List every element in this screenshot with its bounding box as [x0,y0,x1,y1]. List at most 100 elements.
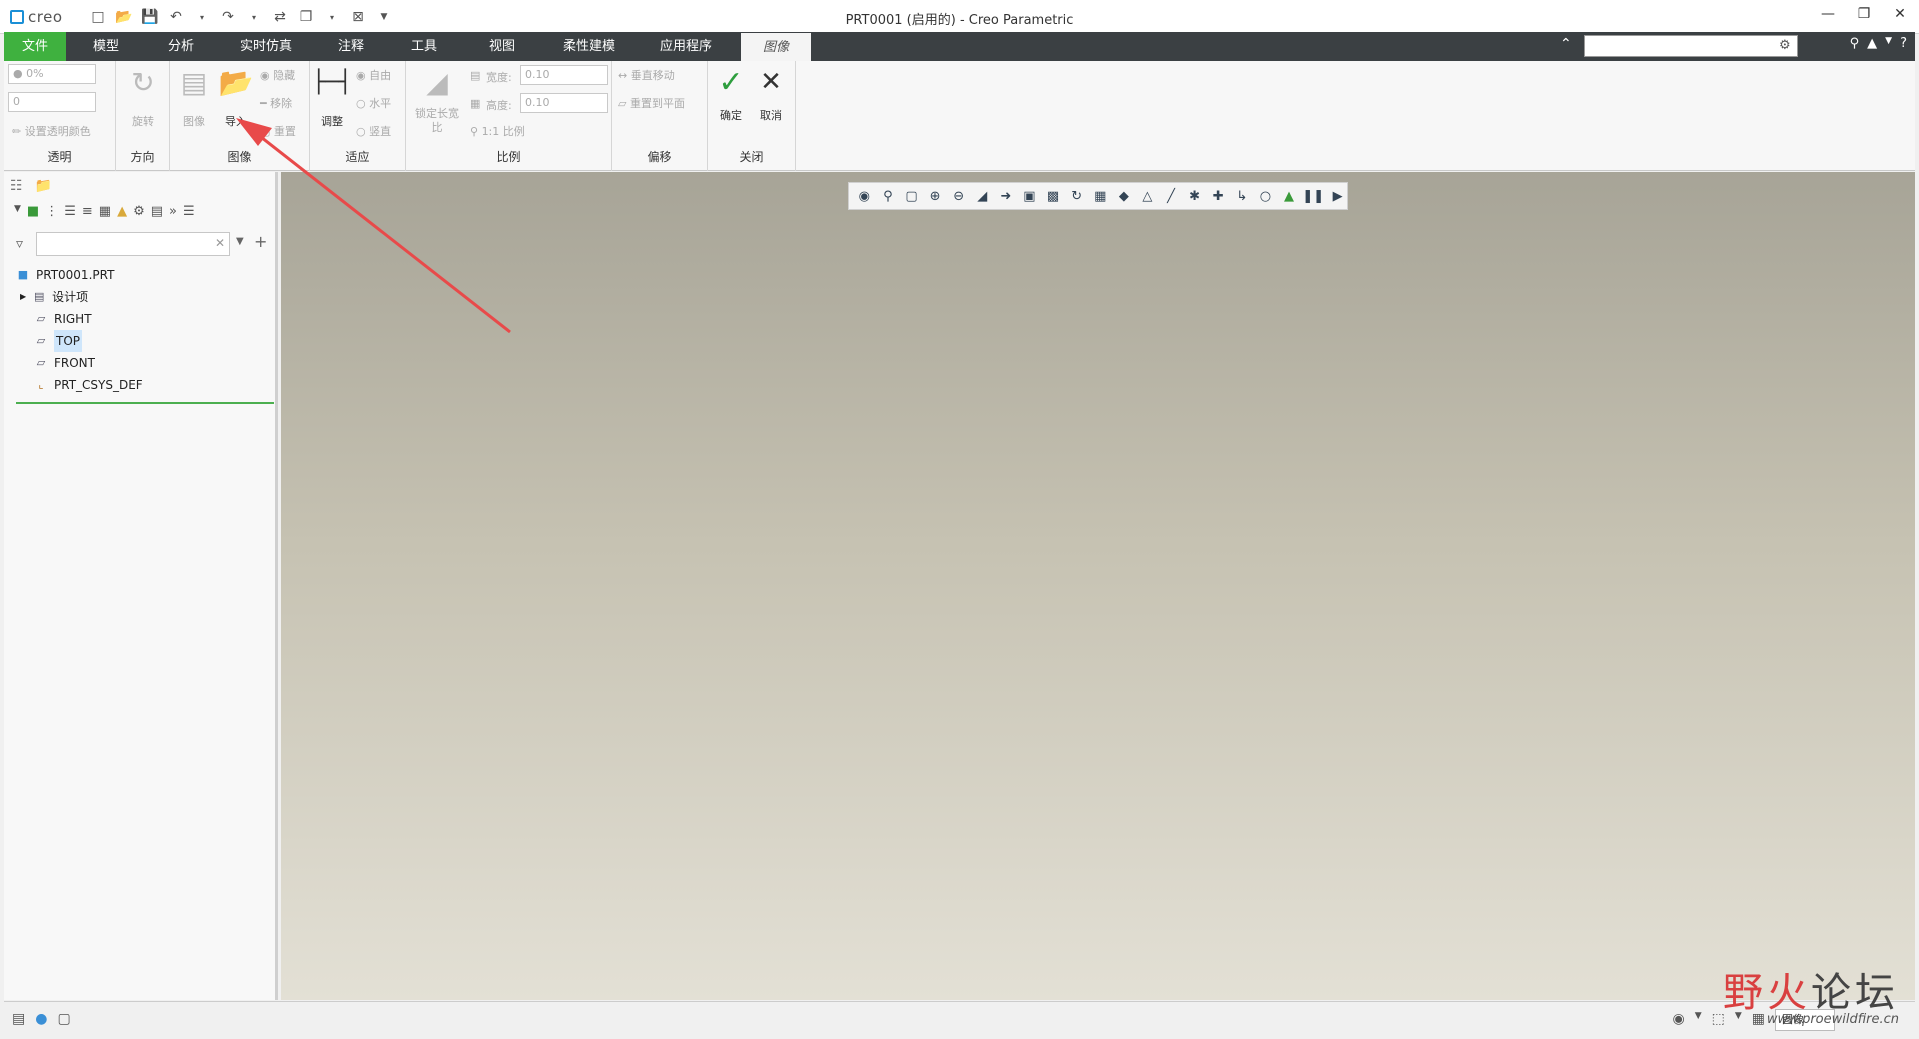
model-cube-icon[interactable]: ■ [27,204,39,219]
datum-plane-icon: ▱ [36,312,46,325]
tree-item-design-items[interactable]: ▶ ▤ 设计项 [16,286,272,308]
minimize-ribbon-icon[interactable]: ⌃ [1560,36,1572,52]
tree-item-top[interactable]: ▱ TOP [16,330,272,352]
folder-browser-tab-icon[interactable]: 📁 [35,178,52,194]
lock-aspect-button[interactable]: ◢ 锁定长宽比 [410,65,464,135]
toggle-navigator-icon[interactable]: ▤ [12,1011,25,1027]
search-input[interactable]: ⚙ [1584,35,1798,57]
set-transparency-color-button[interactable]: ✏ 设置透明颜色 [12,123,91,139]
tab-file[interactable]: 文件 [4,32,66,61]
simulation-display-icon[interactable]: ▲ [1280,186,1299,206]
one-to-one-scale-button[interactable]: ⚲ 1:1 比例 [470,123,525,139]
highlight-icon[interactable]: ▲ [117,204,127,219]
fit-horizontal-radio[interactable]: ○ 水平 [356,95,391,111]
graphics-window[interactable]: ◉ ⚲ ▢ ⊕ ⊖ ◢ ➜ ▣ ▩ ↻ ▦ ◆ △ ╱ ✱ ✚ ↳ ○ ▲ ❚❚… [281,172,1915,1000]
columns-icon[interactable]: ▦ [99,204,111,219]
help-icon[interactable]: ? [1900,36,1907,51]
zoom-out-icon[interactable]: ⊖ [949,186,968,206]
insert-here-indicator[interactable] [16,402,274,404]
import-button[interactable]: 📂 导入 [214,65,258,129]
remove-button[interactable]: ━ 移除 [260,95,292,111]
tab-analysis[interactable]: 分析 [146,32,216,61]
search-icon[interactable]: ⚲ [1850,36,1860,51]
notes-icon[interactable]: ☰ [183,204,195,219]
expand-tree-icon[interactable]: ☰ [64,204,76,219]
view-rotate-icon[interactable]: ↻ [1067,186,1086,206]
search-options-dropdown-icon[interactable]: ▼ [236,236,244,247]
maximize-icon[interactable]: ❐ [1853,6,1875,26]
tree-item-front[interactable]: ▱ FRONT [16,352,272,374]
refit-icon[interactable]: ⚲ [879,186,898,206]
add-filter-icon[interactable]: + [254,232,267,251]
tree-filter-dropdown-icon[interactable]: ▼ [14,204,21,219]
rotate-button[interactable]: ↻ 旋转 [122,65,164,129]
vertical-move-button[interactable]: ↔ 垂直移动 [618,67,675,83]
find-binoculars-icon[interactable]: ◉ [1672,1011,1684,1027]
cancel-button[interactable]: ✕ 取消 [752,65,790,123]
datum-display-icon[interactable]: ╱ [1162,186,1181,206]
tab-model[interactable]: 模型 [66,32,146,61]
reset-button[interactable]: ▢ 重置 [260,123,296,139]
eye-icon: ◉ [260,69,270,82]
expand-arrow-icon[interactable]: ▶ [20,286,26,308]
transparency-percent-stepper[interactable]: ● 0% [8,64,96,84]
remove-label: 移除 [270,97,293,110]
display-style-icon[interactable]: ▩ [1044,186,1063,206]
pause-icon[interactable]: ❚❚ [1302,186,1324,206]
part-icon: ■ [17,268,29,281]
csys-display-icon[interactable]: ↳ [1233,186,1252,206]
view-manager-icon[interactable]: ◉ [855,186,874,206]
tree-search-input[interactable]: ✕ [36,232,230,256]
saved-orientations-icon[interactable]: ▣ [1020,186,1039,206]
appearance-icon[interactable]: ◆ [1115,186,1134,206]
tab-tools[interactable]: 工具 [386,32,462,61]
ok-button[interactable]: ✓ 确定 [712,65,750,123]
perspective-icon[interactable]: △ [1138,186,1157,206]
zoom-in-icon[interactable]: ⊕ [926,186,945,206]
tab-simulate[interactable]: 实时仿真 [216,32,316,61]
tab-annotate[interactable]: 注释 [316,32,386,61]
fit-free-radio[interactable]: ◉ 自由 [356,67,391,83]
transparency-value-stepper[interactable]: 0 [8,92,96,112]
height-stepper[interactable]: 0.10 [520,93,608,113]
clear-search-icon[interactable]: ✕ [215,236,225,250]
adjust-button[interactable]: ├─┤ 调整 [312,65,352,129]
model-tree-tab-icon[interactable]: ☷ [10,178,23,194]
tree-item-right[interactable]: ▱ RIGHT [16,308,272,330]
spin-center-icon[interactable]: ✚ [1209,186,1228,206]
annotation-display-icon[interactable]: ✱ [1185,186,1204,206]
close-icon[interactable]: ✕ [1889,6,1911,26]
next-icon[interactable]: ▶ [1328,186,1347,206]
reorient-icon[interactable]: ➜ [997,186,1016,206]
more-vertical-icon[interactable]: ⋮ [45,204,58,219]
hide-button[interactable]: ◉ 隐藏 [260,67,295,83]
zoom-box-icon[interactable]: ▢ [902,186,921,206]
vertical-move-label: 垂直移动 [630,69,675,82]
section-icon[interactable]: ▦ [1091,186,1110,206]
fit-vertical-radio[interactable]: ○ 竖直 [356,123,391,139]
show-icon[interactable]: ▤ [151,204,163,219]
tab-applications[interactable]: 应用程序 [636,32,736,61]
full-screen-icon[interactable]: ▢ [57,1011,70,1027]
community-dropdown-icon[interactable]: ▼ [1885,36,1892,51]
search-settings-icon[interactable]: ⚙ [1779,38,1795,54]
toggle-browser-icon[interactable]: ● [35,1011,47,1027]
tree-root[interactable]: ■ PRT0001.PRT [16,264,272,286]
tree-settings-icon[interactable]: ⚙ [133,204,145,219]
lock-aspect-label: 锁定长宽比 [415,107,459,134]
minimize-icon[interactable]: — [1817,6,1839,26]
tab-view[interactable]: 视图 [462,32,542,61]
tab-flexible-modeling[interactable]: 柔性建模 [542,32,636,61]
community-icon[interactable]: ▲ [1867,36,1877,51]
ribbon: ● 0% 0 ✏ 设置透明颜色 透明 ↻ 旋转 方向 ▤ 图像 📂 导入 ◉ 隐… [4,61,1915,171]
point-display-icon[interactable]: ○ [1256,186,1275,206]
repaint-icon[interactable]: ◢ [973,186,992,206]
list-view-icon[interactable]: ≡ [82,204,93,219]
tab-image[interactable]: 图像 [741,33,811,61]
find-dropdown-icon[interactable]: ▼ [1695,1011,1702,1027]
image-button[interactable]: ▤ 图像 [172,65,216,129]
width-stepper[interactable]: 0.10 [520,65,608,85]
reset-to-plane-button[interactable]: ▱ 重置到平面 [618,95,685,111]
more-tools-icon[interactable]: » [169,204,177,219]
tree-item-csys[interactable]: ⌞ PRT_CSYS_DEF [16,374,272,396]
